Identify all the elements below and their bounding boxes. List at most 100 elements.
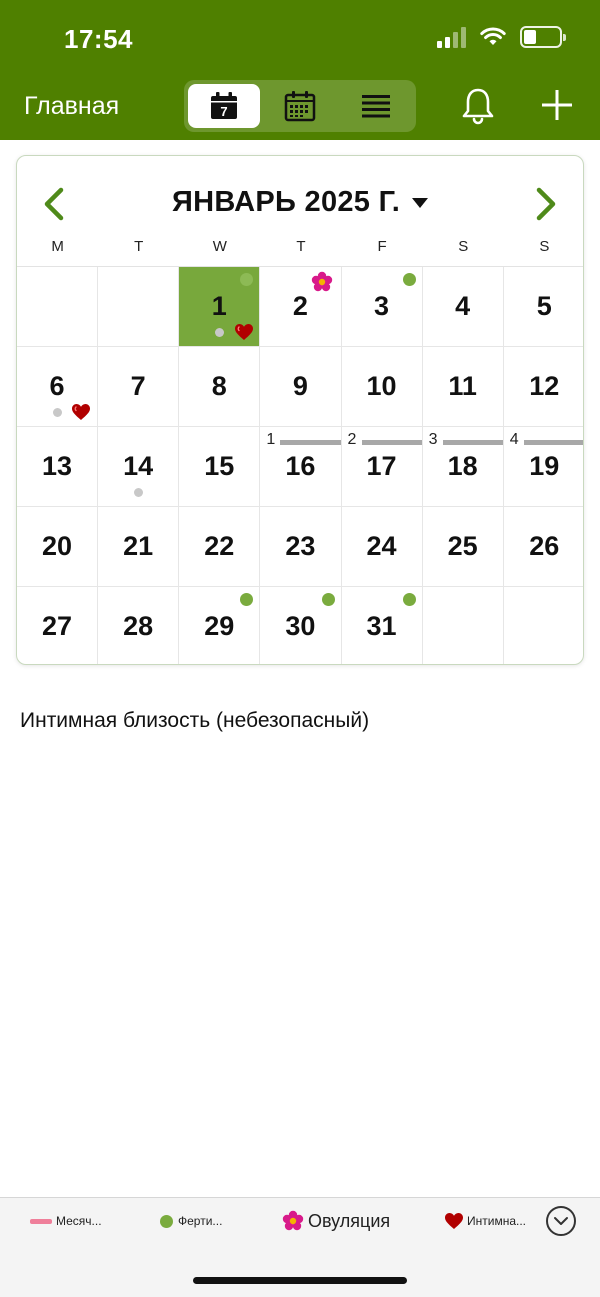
bell-icon[interactable] [460, 86, 496, 126]
list-icon [362, 95, 390, 118]
legend-period-label: Месяч... [56, 1214, 102, 1228]
view-list-button[interactable] [340, 84, 412, 128]
fertile-dot-icon [240, 593, 254, 606]
calendar-day-cell[interactable]: 11 [422, 347, 504, 427]
calendar-grid: 1 2 3 4 5 6 7 8 9 10 11 12 13 14 15 16 1 17 2 18 3 19 4 20 21 22 2… [17, 266, 583, 664]
note-dot-icon [215, 328, 225, 337]
calendar-day-cell[interactable]: 7 [98, 347, 180, 427]
day-number: 27 [42, 611, 73, 641]
day-number: 7 [130, 371, 146, 401]
day-number: 31 [366, 611, 397, 641]
calendar-day-cell[interactable]: 9 [260, 347, 342, 427]
calendar-day-cell[interactable]: 25 [422, 507, 504, 587]
legend-intimacy-label: Интимна... [467, 1214, 527, 1228]
calendar-day-cell[interactable]: 2 [260, 267, 342, 347]
fertile-dot-icon [321, 593, 335, 606]
calendar-day-cell[interactable]: 3 [341, 267, 423, 347]
battery-icon [520, 26, 566, 48]
legend-fertile-label: Ферти... [178, 1214, 223, 1228]
calendar-empty-cell [98, 267, 180, 347]
cycle-day-label: 3 [428, 431, 438, 448]
weekday-header: M T W T F S S [17, 238, 583, 266]
legend-ovulation: Овуляция [282, 1211, 390, 1231]
home-indicator [193, 1277, 407, 1284]
day-number: 12 [529, 371, 560, 401]
calendar-day-cell[interactable]: 30 [260, 587, 342, 664]
calendar-day-cell[interactable]: 10 [341, 347, 423, 427]
weekday-label: M [51, 238, 64, 255]
fertile-dot-icon [402, 593, 416, 606]
legend-intimacy: Интимна... [444, 1211, 526, 1231]
calendar-day-cell[interactable]: 22 [179, 507, 261, 587]
legend-fertile: Ферти... [160, 1211, 222, 1231]
calendar-day-cell[interactable]: 14 [98, 427, 180, 507]
weekday-label: F [377, 238, 387, 255]
day-number: 8 [211, 371, 227, 401]
legend-ovulation-label: Овуляция [308, 1210, 391, 1231]
view-day-button[interactable]: 7 [188, 84, 260, 128]
calendar-day-cell[interactable]: 29 [179, 587, 261, 664]
top-header: 17:54 Главная 7 [0, 0, 600, 140]
fertile-dot-icon [402, 273, 416, 286]
day-number: 1 [211, 291, 227, 321]
calendar-day-cell[interactable]: 1 [179, 267, 261, 347]
day-number: 13 [42, 451, 73, 481]
calendar-day-cell[interactable]: 4 [422, 267, 504, 347]
heart-icon [71, 403, 91, 421]
calendar-day-cell[interactable]: 13 [17, 427, 99, 507]
calendar-day-cell[interactable]: 21 [98, 507, 180, 587]
calendar-day-cell[interactable]: 19 4 [503, 427, 583, 507]
day-number: 3 [374, 291, 390, 321]
view-month-button[interactable] [264, 84, 336, 128]
calendar-month-icon [284, 91, 316, 122]
calendar-day-cell[interactable]: 31 [342, 587, 423, 664]
calendar-day-cell[interactable]: 28 [98, 587, 180, 664]
cycle-day-label: 4 [509, 431, 519, 448]
fertile-dot-icon [160, 1214, 173, 1228]
day-number: 28 [123, 611, 154, 641]
calendar-day-cell[interactable]: 16 1 [260, 427, 342, 507]
chevron-right-icon[interactable] [531, 186, 561, 222]
day-number: 30 [285, 611, 316, 641]
day-number: 16 [285, 451, 316, 481]
note-dot-icon [53, 408, 62, 417]
calendar-day-cell[interactable]: 26 [503, 507, 583, 587]
plus-icon[interactable] [540, 88, 574, 122]
calendar-empty-cell [504, 587, 583, 664]
calendar-day-cell[interactable]: 12 [503, 347, 583, 427]
calendar-day-cell[interactable]: 8 [179, 347, 261, 427]
svg-text:7: 7 [220, 104, 227, 119]
day-number: 14 [123, 451, 154, 481]
calendar-empty-cell [423, 587, 504, 664]
day-note: Интимная близость (небезопасный) [20, 709, 370, 732]
weekday-label: S [458, 238, 469, 255]
day-number: 10 [366, 371, 397, 401]
calendar-day-cell[interactable]: 20 [17, 507, 99, 587]
calendar-day-cell[interactable]: 27 [17, 587, 99, 664]
cycle-bar [523, 440, 583, 445]
weekday-label: T [296, 238, 306, 255]
calendar-day-cell[interactable]: 6 [17, 347, 99, 427]
day-number: 18 [447, 451, 478, 481]
day-number: 20 [42, 531, 73, 561]
day-number: 24 [366, 531, 397, 561]
note-dot-icon [134, 488, 144, 497]
day-number: 26 [529, 531, 560, 561]
weekday-label: W [212, 238, 227, 255]
calendar-day-icon: 7 [211, 92, 237, 119]
calendar-day-cell[interactable]: 15 [179, 427, 261, 507]
cycle-day-label: 1 [266, 431, 276, 448]
calendar-day-cell[interactable]: 24 [341, 507, 423, 587]
expand-legend-button[interactable] [546, 1206, 576, 1236]
calendar-day-cell[interactable]: 18 3 [422, 427, 504, 507]
calendar-day-cell[interactable]: 17 2 [341, 427, 423, 507]
month-selector[interactable]: ЯНВАРЬ 2025 Г. [17, 186, 583, 219]
calendar-day-cell[interactable]: 23 [260, 507, 342, 587]
flower-icon [282, 1210, 304, 1231]
day-number: 9 [292, 371, 308, 401]
calendar-day-cell[interactable]: 5 [503, 267, 583, 347]
flower-icon [311, 271, 333, 293]
day-number: 15 [204, 451, 235, 481]
day-number: 19 [529, 451, 560, 481]
caret-down-icon [412, 198, 429, 209]
